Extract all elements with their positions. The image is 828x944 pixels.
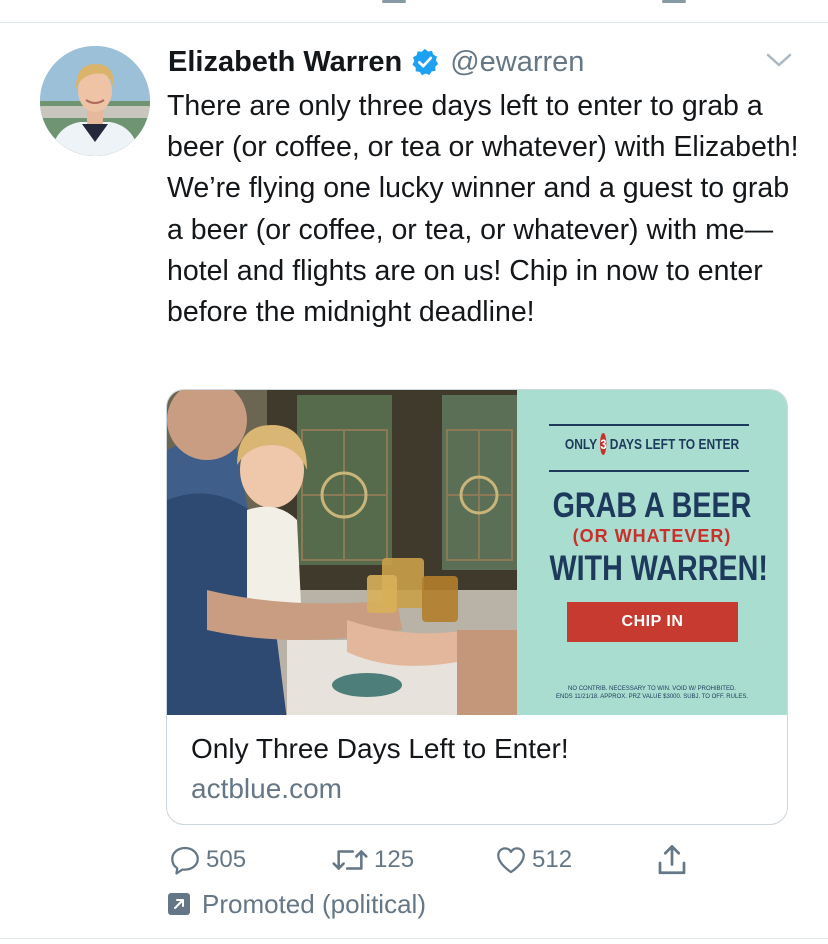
promo-headline-2: WITH WARREN! bbox=[549, 549, 768, 588]
reply-button[interactable]: 505 bbox=[168, 838, 246, 882]
nav-indicator-left bbox=[382, 0, 406, 3]
author-name[interactable]: Elizabeth Warren bbox=[168, 46, 402, 79]
bottom-divider bbox=[0, 938, 828, 939]
share-button[interactable] bbox=[654, 838, 690, 882]
avatar-photo bbox=[40, 46, 150, 156]
reply-icon bbox=[171, 846, 199, 875]
promoted-label: Promoted (political) bbox=[168, 886, 426, 922]
avatar[interactable] bbox=[40, 46, 150, 156]
top-divider bbox=[0, 0, 828, 23]
promo-panel: ONLY 3 DAYS LEFT TO ENTER GRAB A BEER (O… bbox=[517, 390, 787, 715]
card-image: ONLY 3 DAYS LEFT TO ENTER GRAB A BEER (O… bbox=[167, 390, 787, 715]
link-card[interactable]: ONLY 3 DAYS LEFT TO ENTER GRAB A BEER (O… bbox=[166, 389, 788, 825]
promo-chip-in-button: CHIP IN bbox=[567, 602, 738, 642]
tweet-actions: 505 125 512 bbox=[0, 838, 828, 882]
promoted-arrow-icon bbox=[168, 893, 190, 915]
promo-fineprint-line-2: Ends 11/21/18. Approx. prz value $3000. … bbox=[556, 694, 748, 700]
promo-only-prefix: ONLY bbox=[564, 435, 598, 453]
reply-count: 505 bbox=[206, 846, 247, 873]
author-handle[interactable]: @ewarren bbox=[450, 46, 584, 79]
promo-days-badge: 3 bbox=[600, 433, 607, 455]
chevron-down-icon[interactable] bbox=[764, 50, 794, 70]
like-button[interactable]: 512 bbox=[494, 838, 572, 882]
tweet-header: Elizabeth Warren @ewarren bbox=[168, 42, 584, 82]
retweet-button[interactable]: 125 bbox=[330, 838, 414, 882]
card-photo bbox=[167, 390, 517, 715]
card-domain: actblue.com bbox=[191, 773, 342, 804]
promo-headline-1: GRAB A BEER bbox=[552, 486, 752, 525]
like-icon bbox=[497, 847, 525, 874]
verified-badge-icon bbox=[412, 48, 439, 76]
nav-indicator-right bbox=[662, 0, 686, 3]
promo-rule-top bbox=[549, 424, 749, 426]
promo-fineprint: No contrib. necessary to win. Void w/ pr… bbox=[547, 685, 757, 701]
like-count: 512 bbox=[532, 846, 573, 873]
promo-only-suffix: DAYS LEFT TO ENTER bbox=[609, 435, 740, 453]
share-icon bbox=[658, 845, 686, 875]
retweet-count: 125 bbox=[374, 846, 415, 873]
promo-headline-sub: (OR WHATEVER) bbox=[572, 526, 732, 546]
tweet-text: There are only three days left to enter … bbox=[167, 90, 799, 329]
card-title: Only Three Days Left to Enter! bbox=[191, 733, 569, 764]
promo-fineprint-line-1: No contrib. necessary to win. Void w/ pr… bbox=[568, 686, 736, 692]
retweet-icon bbox=[332, 850, 368, 870]
promo-rule-bottom bbox=[549, 470, 749, 472]
promoted-text: Promoted (political) bbox=[202, 888, 426, 919]
promo-days-left: ONLY 3 DAYS LEFT TO ENTER bbox=[564, 433, 740, 455]
